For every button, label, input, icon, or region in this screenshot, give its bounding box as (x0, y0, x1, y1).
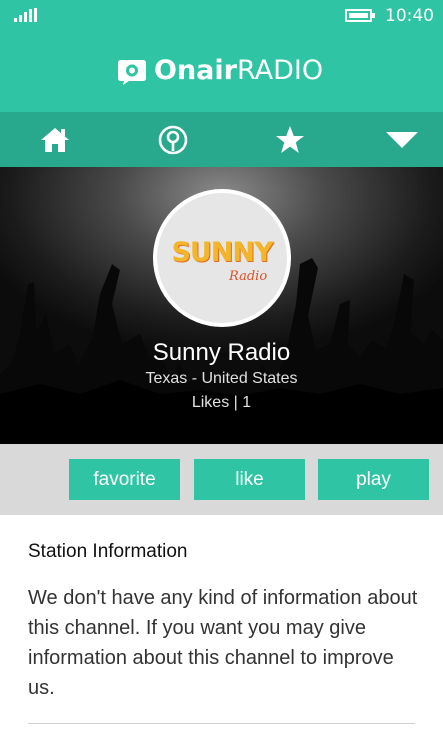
battery-icon (345, 9, 375, 22)
station-name: Sunny Radio (152, 339, 291, 366)
clock: 10:40 (385, 6, 434, 26)
action-bar: favorite like play (0, 444, 443, 515)
radio-pin-icon (158, 125, 188, 154)
nav-favorites[interactable] (260, 112, 320, 167)
status-bar: 10:40 (0, 0, 443, 34)
station-location: Texas - United States (145, 370, 298, 387)
chevron-down-icon (386, 131, 418, 148)
station-logo-subtext: Radio (229, 269, 268, 284)
app-title-light: RADIO (236, 55, 324, 86)
nav-more[interactable] (372, 112, 432, 167)
station-info-section: Station Information We don't have any ki… (0, 515, 443, 738)
favorite-button[interactable]: favorite (69, 459, 180, 500)
star-icon (276, 125, 304, 153)
divider (28, 723, 415, 724)
home-icon (41, 127, 69, 152)
station-logo: SUNNY Radio (153, 189, 291, 327)
play-button[interactable]: play (318, 459, 429, 500)
station-info-text: We don't have any kind of information ab… (28, 587, 418, 699)
nav-stations[interactable] (143, 112, 203, 167)
station-logo-text: SUNNY (171, 236, 273, 268)
nav-bar (0, 112, 443, 167)
nav-home[interactable] (25, 112, 85, 167)
signal-bars-icon (14, 8, 40, 22)
station-info-title: Station Information (28, 541, 188, 562)
station-likes: Likes | 1 (191, 394, 252, 411)
onair-logo-icon (118, 60, 146, 85)
app-header: OnairRADIO (0, 34, 443, 112)
app-title-bold: Onair (154, 55, 237, 86)
station-hero: SUNNY Radio Sunny Radio Texas - United S… (0, 167, 443, 444)
app-title: OnairRADIO (154, 55, 323, 86)
like-button[interactable]: like (194, 459, 305, 500)
